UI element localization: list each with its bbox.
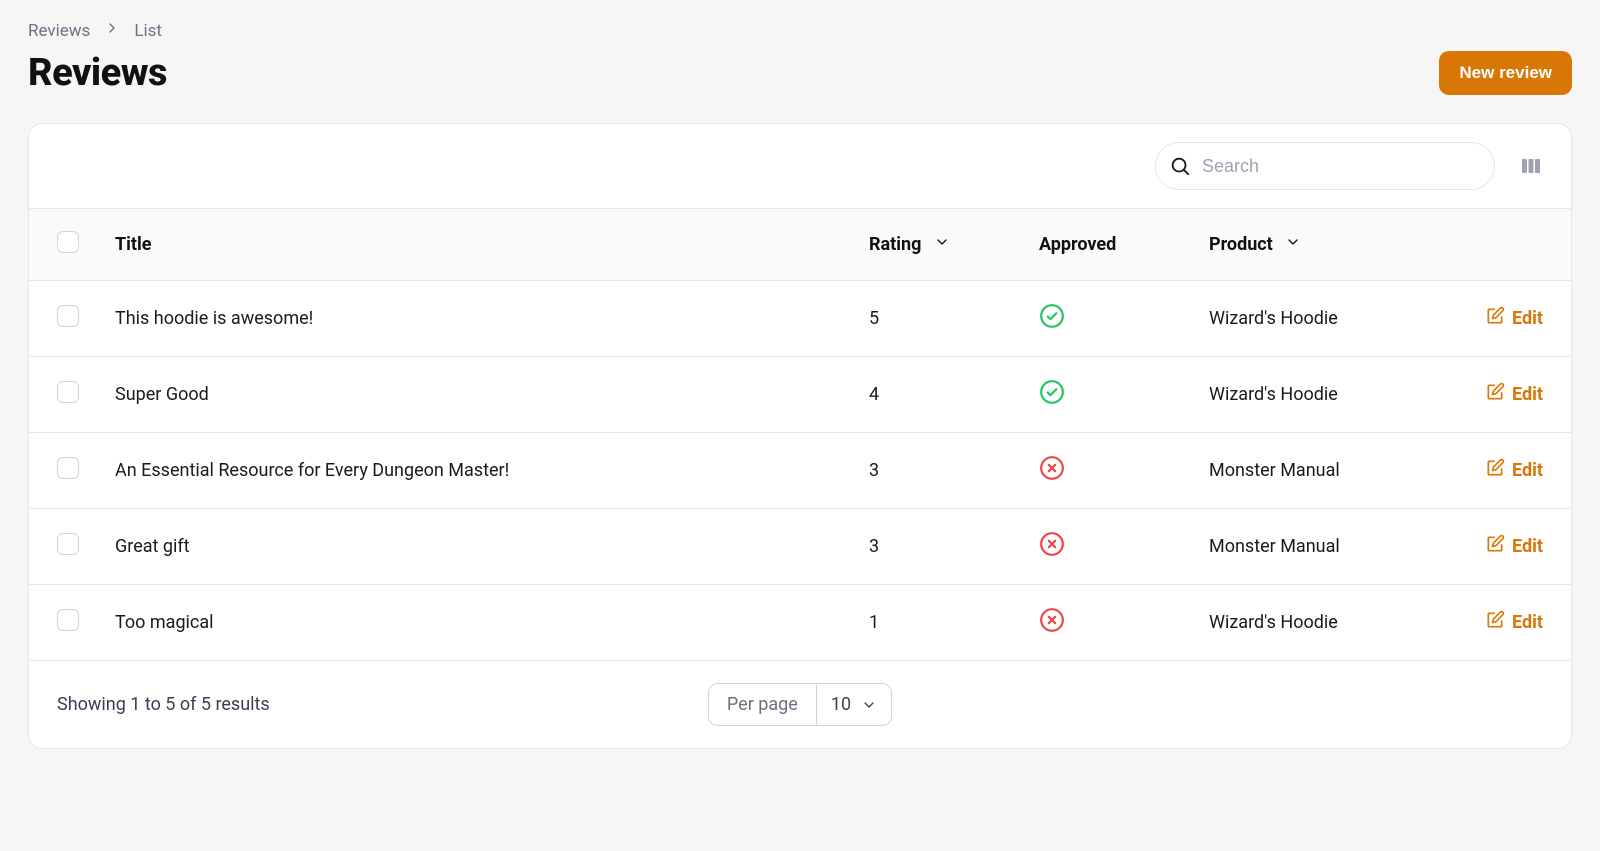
- edit-label: Edit: [1512, 460, 1543, 481]
- page-header: Reviews New review: [28, 51, 1572, 95]
- per-page-value: 10: [831, 694, 851, 715]
- x-circle-icon: [1039, 531, 1065, 557]
- edit-label: Edit: [1512, 612, 1543, 633]
- chevron-down-icon: [861, 697, 877, 713]
- row-rating: 3: [851, 433, 1021, 509]
- row-product: Monster Manual: [1191, 433, 1451, 509]
- chevron-down-icon: [1285, 234, 1301, 255]
- row-rating: 3: [851, 509, 1021, 585]
- edit-label: Edit: [1512, 384, 1543, 405]
- table-row: Great gift3 Monster Manual Edit: [29, 509, 1571, 585]
- row-title: An Essential Resource for Every Dungeon …: [97, 433, 851, 509]
- edit-label: Edit: [1512, 536, 1543, 557]
- edit-label: Edit: [1512, 308, 1543, 329]
- reviews-table: Title Rating Approved Product This hoodi…: [29, 208, 1571, 660]
- table-row: Too magical1 Wizard's Hoodie Edit: [29, 585, 1571, 661]
- row-title: Great gift: [97, 509, 851, 585]
- columns-icon: [1519, 154, 1543, 178]
- table-toolbar: [29, 124, 1571, 208]
- breadcrumb-root[interactable]: Reviews: [28, 21, 90, 41]
- column-header-rating[interactable]: Rating: [851, 209, 1021, 281]
- table-row: Super Good4 Wizard's Hoodie Edit: [29, 357, 1571, 433]
- per-page-label: Per page: [709, 684, 817, 725]
- row-rating: 4: [851, 357, 1021, 433]
- search-wrap: [1155, 142, 1495, 190]
- per-page-select[interactable]: 10: [817, 684, 891, 725]
- edit-icon: [1485, 306, 1505, 331]
- column-header-title[interactable]: Title: [97, 209, 851, 281]
- search-icon: [1169, 155, 1191, 177]
- row-title: This hoodie is awesome!: [97, 281, 851, 357]
- edit-icon: [1485, 534, 1505, 559]
- column-header-actions: [1451, 209, 1571, 281]
- chevron-right-icon: [104, 20, 120, 41]
- table-row: An Essential Resource for Every Dungeon …: [29, 433, 1571, 509]
- table-footer: Showing 1 to 5 of 5 results Per page 10: [29, 660, 1571, 748]
- new-review-button[interactable]: New review: [1439, 51, 1572, 95]
- column-header-product[interactable]: Product: [1191, 209, 1451, 281]
- row-product: Wizard's Hoodie: [1191, 281, 1451, 357]
- row-checkbox[interactable]: [57, 381, 79, 403]
- columns-toggle-button[interactable]: [1513, 148, 1549, 184]
- pagination-summary: Showing 1 to 5 of 5 results: [57, 694, 552, 715]
- edit-button[interactable]: Edit: [1485, 382, 1543, 407]
- x-circle-icon: [1039, 455, 1065, 481]
- row-checkbox[interactable]: [57, 533, 79, 555]
- row-rating: 5: [851, 281, 1021, 357]
- row-checkbox[interactable]: [57, 457, 79, 479]
- row-rating: 1: [851, 585, 1021, 661]
- row-title: Super Good: [97, 357, 851, 433]
- column-header-label: Rating: [869, 234, 921, 255]
- breadcrumb: Reviews List: [28, 20, 1572, 41]
- page-title: Reviews: [28, 51, 167, 95]
- column-header-label: Approved: [1039, 234, 1116, 255]
- column-header-approved[interactable]: Approved: [1021, 209, 1191, 281]
- row-product: Wizard's Hoodie: [1191, 585, 1451, 661]
- x-circle-icon: [1039, 607, 1065, 633]
- select-all-checkbox[interactable]: [57, 231, 79, 253]
- edit-button[interactable]: Edit: [1485, 458, 1543, 483]
- table-header-row: Title Rating Approved Product: [29, 209, 1571, 281]
- check-circle-icon: [1039, 303, 1065, 329]
- edit-icon: [1485, 458, 1505, 483]
- row-title: Too magical: [97, 585, 851, 661]
- table-row: This hoodie is awesome!5 Wizard's Hoodie E…: [29, 281, 1571, 357]
- edit-icon: [1485, 610, 1505, 635]
- edit-button[interactable]: Edit: [1485, 306, 1543, 331]
- edit-button[interactable]: Edit: [1485, 610, 1543, 635]
- row-product: Wizard's Hoodie: [1191, 357, 1451, 433]
- column-header-label: Product: [1209, 234, 1273, 255]
- breadcrumb-current: List: [134, 21, 162, 41]
- column-header-label: Title: [115, 234, 152, 255]
- per-page-control: Per page 10: [708, 683, 892, 726]
- chevron-down-icon: [934, 234, 950, 255]
- check-circle-icon: [1039, 379, 1065, 405]
- row-checkbox[interactable]: [57, 609, 79, 631]
- edit-icon: [1485, 382, 1505, 407]
- reviews-card: Title Rating Approved Product This hoodi…: [28, 123, 1572, 749]
- row-product: Monster Manual: [1191, 509, 1451, 585]
- search-input[interactable]: [1155, 142, 1495, 190]
- edit-button[interactable]: Edit: [1485, 534, 1543, 559]
- row-checkbox[interactable]: [57, 305, 79, 327]
